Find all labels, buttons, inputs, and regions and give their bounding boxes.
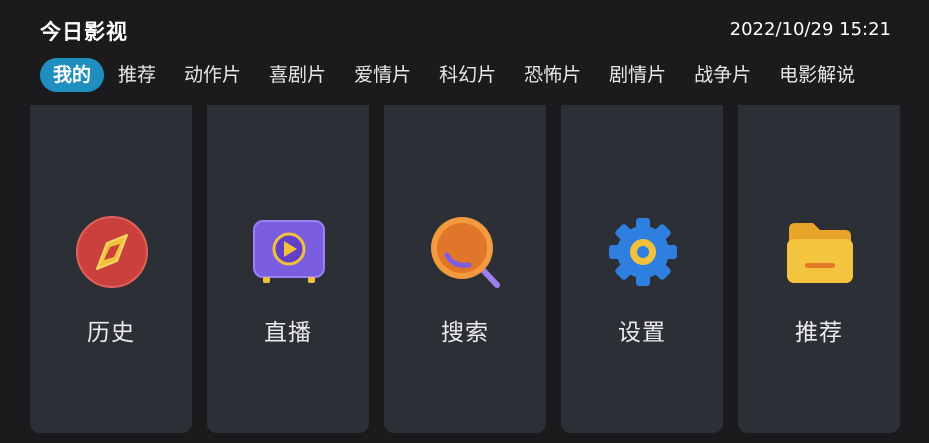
search-icon xyxy=(429,215,503,289)
card-label: 搜索 xyxy=(441,320,489,346)
card-label: 设置 xyxy=(618,320,666,346)
compass-icon xyxy=(75,215,149,289)
clock: 2022/10/29 15:21 xyxy=(729,19,891,40)
tab-drama[interactable]: 剧情片 xyxy=(609,58,666,92)
gear-icon xyxy=(606,215,680,289)
menu-cards: 历史 直播 搜索 设置 推荐 xyxy=(30,105,929,435)
tab-action[interactable]: 动作片 xyxy=(184,58,241,92)
tab-romance[interactable]: 爱情片 xyxy=(354,58,411,92)
card-history[interactable]: 历史 xyxy=(30,105,192,433)
card-label: 历史 xyxy=(87,320,135,346)
tab-recommend[interactable]: 推荐 xyxy=(118,58,156,92)
tab-horror[interactable]: 恐怖片 xyxy=(524,58,581,92)
tab-mine[interactable]: 我的 xyxy=(40,58,105,92)
tab-movie-commentary[interactable]: 电影解说 xyxy=(779,58,855,92)
tab-comedy[interactable]: 喜剧片 xyxy=(269,58,326,92)
folder-icon xyxy=(783,215,857,289)
card-recommend[interactable]: 推荐 xyxy=(738,105,900,433)
card-settings[interactable]: 设置 xyxy=(561,105,723,433)
card-label: 直播 xyxy=(264,320,312,346)
tab-war[interactable]: 战争片 xyxy=(694,58,751,92)
app-title: 今日影视 xyxy=(40,20,128,44)
tv-play-icon xyxy=(252,215,326,289)
category-tabs: 我的 推荐 动作片 喜剧片 爱情片 科幻片 恐怖片 剧情片 战争片 电影解说 xyxy=(40,58,929,94)
card-search[interactable]: 搜索 xyxy=(384,105,546,433)
header: 今日影视 2022/10/29 15:21 xyxy=(0,0,929,56)
tab-scifi[interactable]: 科幻片 xyxy=(439,58,496,92)
card-label: 推荐 xyxy=(795,320,843,346)
card-live[interactable]: 直播 xyxy=(207,105,369,433)
